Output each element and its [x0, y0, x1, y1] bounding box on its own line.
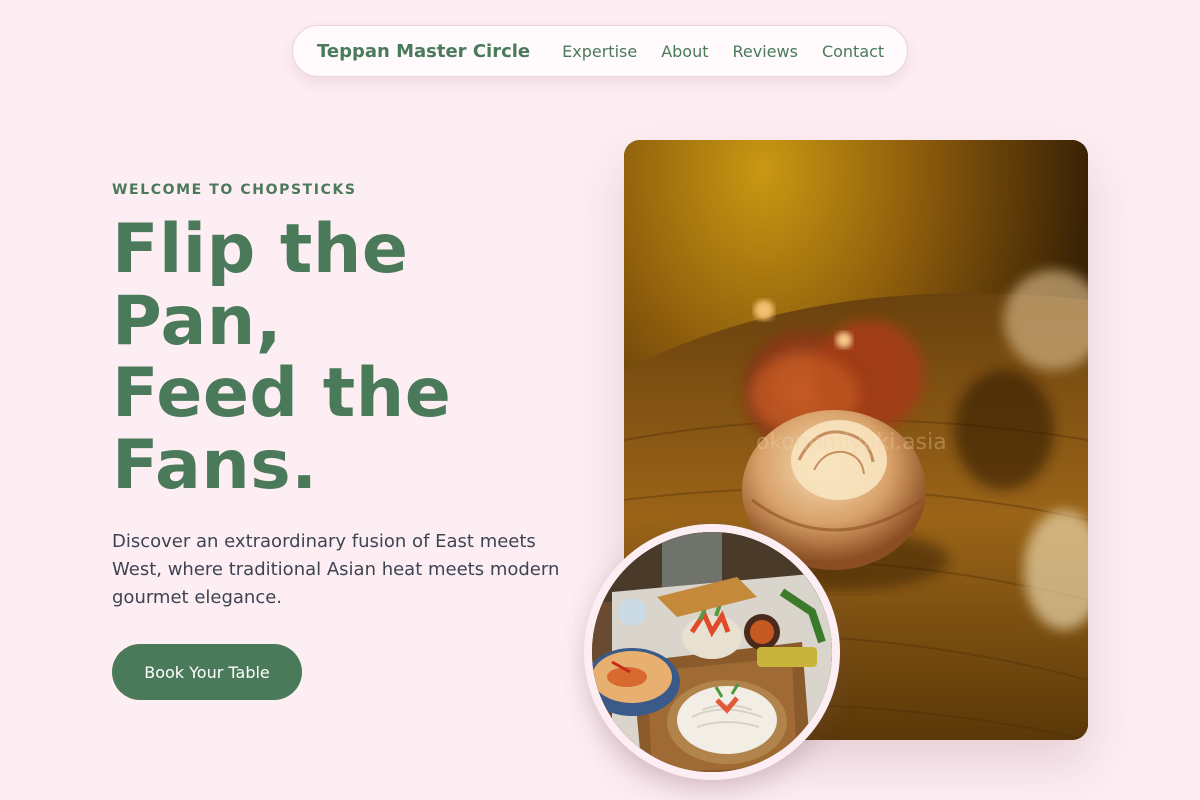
- nav-link-about[interactable]: About: [661, 42, 708, 61]
- headline-line-4: Fans.: [112, 426, 318, 505]
- thai-meal-photo: [584, 524, 840, 780]
- meal-platter-illustration: [592, 532, 832, 772]
- photo-watermark: okonomiyaki.asia: [756, 430, 947, 455]
- headline-line-1: Flip the: [112, 210, 409, 289]
- hero-headline: Flip the Pan, Feed the Fans.: [112, 214, 552, 502]
- nav-link-reviews[interactable]: Reviews: [733, 42, 798, 61]
- hero-eyebrow: WELCOME TO CHOPSTICKS: [112, 182, 357, 198]
- nav-links: Expertise About Reviews Contact: [562, 42, 884, 61]
- brand-logo-text[interactable]: Teppan Master Circle: [317, 41, 530, 62]
- nav-link-contact[interactable]: Contact: [822, 42, 884, 61]
- book-table-button[interactable]: Book Your Table: [112, 644, 302, 700]
- hero-description: Discover an extraordinary fusion of East…: [112, 531, 560, 608]
- headline-line-2: Pan,: [112, 282, 283, 361]
- top-navigation: Teppan Master Circle Expertise About Rev…: [292, 25, 908, 77]
- headline-line-3: Feed the: [112, 354, 452, 433]
- nav-link-expertise[interactable]: Expertise: [562, 42, 637, 61]
